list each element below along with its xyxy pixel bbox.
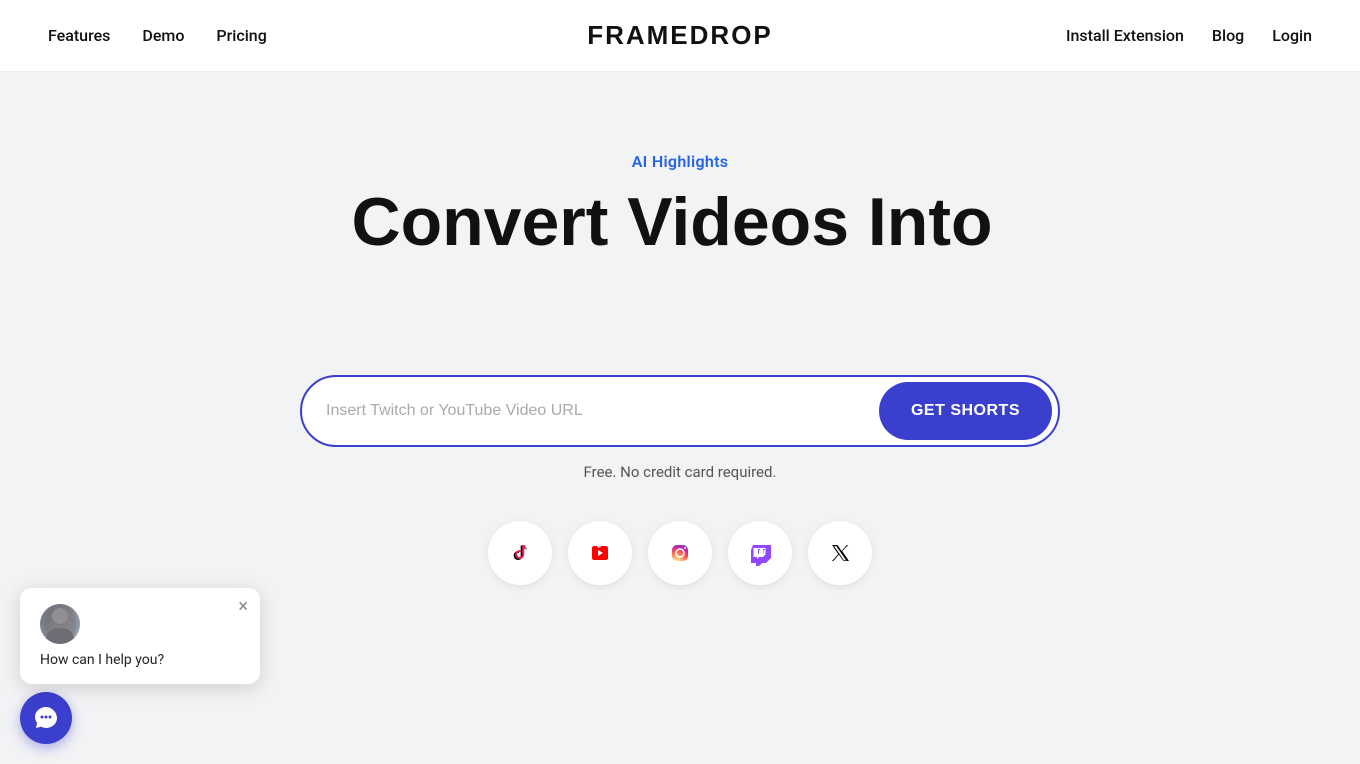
url-form: GET SHORTS [300,375,1060,447]
platform-x-twitter[interactable] [808,521,872,585]
chat-bubble: × How can I help you? [20,588,260,684]
chat-close-button[interactable]: × [238,598,248,616]
nav-demo[interactable]: Demo [142,26,184,45]
nav-left: Features Demo Pricing [48,26,267,45]
free-text: Free. No credit card required. [584,463,777,481]
site-logo[interactable]: FRAMEDROP [587,20,773,51]
platform-tiktok[interactable] [488,521,552,585]
platform-youtube-shorts[interactable] [568,521,632,585]
chat-widget: × How can I help you? [20,588,260,744]
nav-pricing[interactable]: Pricing [216,26,266,45]
chat-avatar [40,604,80,644]
chat-message: How can I help you? [40,652,240,668]
chat-trigger-button[interactable] [20,692,72,744]
hero-title-static: Convert Videos Into [351,187,992,258]
platform-instagram[interactable] [648,521,712,585]
nav-install-extension[interactable]: Install Extension [1066,26,1184,45]
navbar: Features Demo Pricing FRAMEDROP Install … [0,0,1360,72]
platform-twitch[interactable] [728,521,792,585]
hero-badge: AI Highlights [632,152,729,171]
get-shorts-button[interactable]: GET SHORTS [879,382,1052,440]
platforms-row [488,521,872,585]
nav-features[interactable]: Features [48,26,110,45]
nav-right: Install Extension Blog Login [1066,26,1312,45]
nav-blog[interactable]: Blog [1212,26,1244,45]
url-input[interactable] [326,402,879,420]
nav-login[interactable]: Login [1272,26,1312,45]
hero-title: Convert Videos Into Clips Anything [351,187,1008,327]
chat-bubble-header: × [40,604,240,644]
